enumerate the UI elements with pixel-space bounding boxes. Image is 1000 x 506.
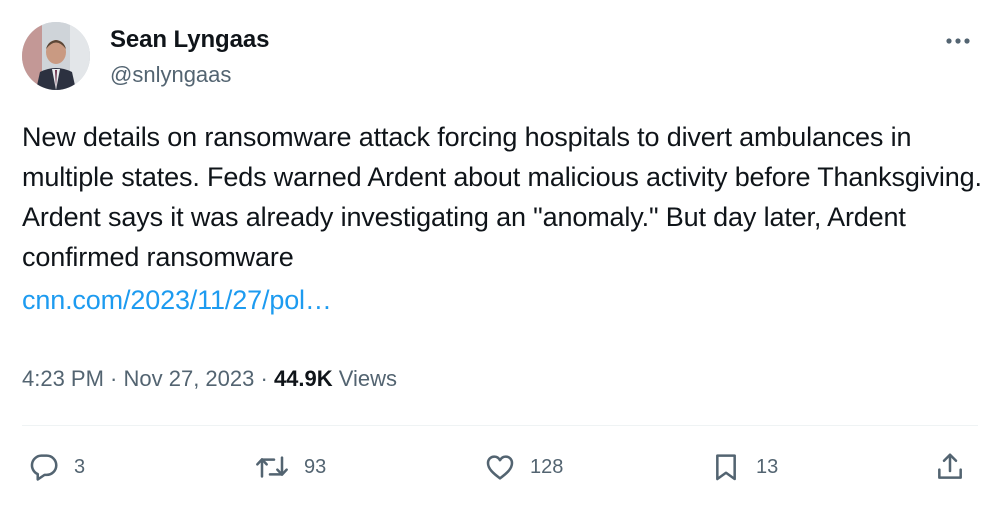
like-button[interactable]: 128	[484, 450, 563, 484]
meta-separator: ·	[254, 366, 274, 391]
author-handle[interactable]: @snlyngaas	[110, 62, 231, 88]
avatar-photo	[22, 22, 90, 90]
repost-icon	[256, 456, 288, 478]
reply-icon	[30, 454, 58, 481]
repost-count: 93	[304, 455, 327, 478]
views-count: 44.9K	[273, 366, 333, 391]
tweet-time[interactable]: 4:23 PM	[22, 366, 104, 391]
tweet-card: Sean Lyngaas @snlyngaas New details on r…	[0, 0, 1000, 506]
tweet-text: New details on ransomware attack forcing…	[22, 122, 982, 272]
like-count: 128	[530, 455, 564, 478]
share-button[interactable]	[934, 450, 966, 484]
tweet-date[interactable]: Nov 27, 2023	[124, 366, 255, 391]
views-label: Views	[332, 366, 398, 391]
meta-separator: ·	[103, 366, 124, 391]
repost-button[interactable]: 93	[254, 450, 326, 484]
bookmark-button[interactable]: 13	[710, 450, 778, 484]
heart-icon	[486, 455, 514, 480]
more-horizontal-icon	[946, 38, 970, 44]
author-display-name[interactable]: Sean Lyngaas	[110, 26, 269, 54]
divider	[22, 425, 978, 426]
share-icon	[938, 453, 962, 479]
bookmark-icon	[716, 454, 736, 481]
bookmark-count: 13	[756, 455, 779, 478]
avatar[interactable]	[22, 22, 90, 90]
more-options-button[interactable]	[938, 26, 978, 56]
tweet-meta: 4:23 PM · Nov 27, 2023 · 44.9K Views	[22, 366, 397, 392]
reply-button[interactable]: 3	[28, 450, 85, 484]
reply-count: 3	[74, 455, 86, 478]
tweet-link[interactable]: cnn.com/2023/11/27/pol…	[22, 280, 332, 320]
